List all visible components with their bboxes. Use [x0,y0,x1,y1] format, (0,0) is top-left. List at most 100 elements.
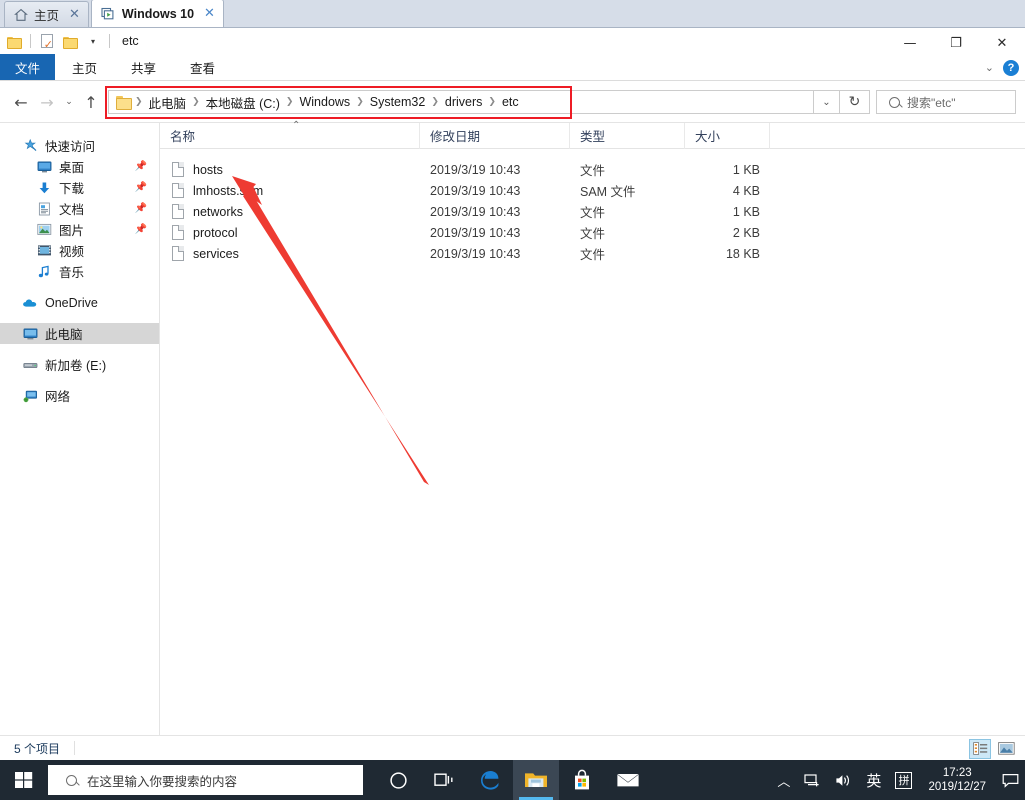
file-explorer-icon[interactable] [513,760,559,800]
pin-icon[interactable]: 📌 [135,203,147,214]
network-icon [22,388,38,404]
sidebar-item-label: 文档 [59,203,85,217]
pin-icon[interactable]: 📌 [135,161,147,172]
sidebar-item-videos[interactable]: 视频 [0,240,159,261]
action-center-icon[interactable] [995,760,1025,800]
refresh-icon[interactable]: ↻ [840,90,870,114]
tab-windows-10-close-icon[interactable]: ✕ [204,7,215,20]
show-hidden-icons-button[interactable]: ︿ [770,760,797,800]
sort-ascending-icon: ⌃ [292,119,301,131]
view-toggle-group [969,736,1017,761]
file-icon [172,162,184,177]
start-button[interactable] [0,760,48,800]
edge-browser-icon[interactable] [467,760,513,800]
breadcrumb-item-system32[interactable]: System32 [365,93,431,111]
column-header-type[interactable]: 类型 [570,122,685,149]
sidebar-group-quick-access[interactable]: 快速访问 [0,135,159,156]
column-header-date-label: 修改日期 [430,130,481,144]
ime-mode-indicator[interactable]: 英 [859,760,888,800]
chevron-down-icon[interactable]: ⌄ [985,61,994,74]
table-row[interactable]: services 2019/3/19 10:43 文件 18 KB [160,243,1025,264]
ribbon-tab-share[interactable]: 共享 [114,54,173,80]
folder-icon[interactable] [5,32,23,50]
sidebar-item-network[interactable]: 网络 [0,385,159,406]
table-row[interactable]: networks 2019/3/19 10:43 文件 1 KB [160,201,1025,222]
breadcrumb-item-drivers[interactable]: drivers [440,93,488,111]
customize-qat-caret-icon[interactable]: ▾ [84,32,102,50]
back-button[interactable]: ← [8,89,34,115]
sidebar-item-onedrive[interactable]: OneDrive [0,292,159,313]
microsoft-store-icon[interactable] [559,760,605,800]
address-bar[interactable]: ❯ 此电脑 ❯ 本地磁盘 (C:) ❯ Windows ❯ System32 ❯… [108,90,870,114]
tab-windows-10-label: Windows 10 [121,6,195,21]
sidebar-item-downloads[interactable]: 下载 📌 [0,177,159,198]
column-headers: 名称 ⌃ 修改日期 类型 大小 [160,119,1025,149]
network-tray-icon[interactable] [797,760,828,800]
tab-home[interactable]: 主页 ✕ [4,1,89,27]
breadcrumb[interactable]: ❯ 此电脑 ❯ 本地磁盘 (C:) ❯ Windows ❯ System32 ❯… [108,90,814,114]
taskbar-search-input[interactable]: 在这里输入你要搜索的内容 [48,765,363,795]
pictures-icon [36,222,52,238]
virtual-machine-icon [101,7,116,21]
status-divider [74,741,76,755]
new-folder-icon[interactable] [61,32,79,50]
pin-icon[interactable]: 📌 [135,182,147,193]
ime-pinyin-indicator[interactable]: 拼 [888,760,919,800]
column-header-date[interactable]: 修改日期 [420,122,570,149]
file-type-cell: 文件 [580,206,606,220]
large-icons-view-button[interactable] [995,739,1017,759]
address-dropdown-icon[interactable]: ⌄ [814,90,840,114]
ribbon-tab-file[interactable]: 文件 [0,54,56,80]
table-row[interactable]: lmhosts.sam 2019/3/19 10:43 SAM 文件 4 KB [160,180,1025,201]
sidebar-item-label: 桌面 [59,161,85,175]
up-button[interactable]: ↑ [78,89,104,115]
sidebar-item-new-volume-e[interactable]: 新加卷 (E:) [0,354,159,375]
file-size-cell: 18 KB [725,246,760,261]
sidebar-item-pictures[interactable]: 图片 📌 [0,219,159,240]
breadcrumb-item-this-pc[interactable]: 此电脑 [144,91,192,114]
breadcrumb-item-local-disk[interactable]: 本地磁盘 (C:) [201,91,285,114]
column-header-type-label: 类型 [580,130,606,144]
breadcrumb-item-windows[interactable]: Windows [294,93,355,111]
file-name-cell: hosts [160,162,420,177]
breadcrumb-item-etc[interactable]: etc [497,93,524,111]
file-icon [172,225,184,240]
help-icon[interactable]: ? [1003,59,1019,76]
sidebar-item-desktop[interactable]: 桌面 📌 [0,156,159,177]
table-row[interactable]: hosts 2019/3/19 10:43 文件 1 KB [160,159,1025,180]
volume-icon[interactable] [828,760,859,800]
sidebar-item-music[interactable]: 音乐 [0,261,159,282]
cortana-icon[interactable] [375,760,421,800]
search-icon [889,96,900,108]
details-view-button[interactable] [969,738,991,759]
mail-icon[interactable] [605,760,651,800]
column-header-name[interactable]: 名称 ⌃ [160,119,420,149]
music-icon [36,264,52,280]
forward-button[interactable]: → [34,89,60,115]
breadcrumb-separator: ❯ [135,97,143,107]
sidebar-item-documents[interactable]: 文档 📌 [0,198,159,219]
navigation-pane: 快速访问 桌面 📌 下载 📌 文档 📌 图片 📌 视频 音乐 OneDrive … [0,123,160,736]
file-name: networks [193,204,244,219]
search-input[interactable]: 搜索"etc" [876,90,1016,114]
pin-icon[interactable]: 📌 [135,224,147,235]
file-type-cell: 文件 [580,227,606,241]
sidebar-item-this-pc[interactable]: 此电脑 [0,323,159,344]
properties-icon[interactable] [38,32,56,50]
item-count-label: 5 个项目 [14,741,61,756]
tab-home-close-icon[interactable]: ✕ [69,8,80,21]
tab-windows-10[interactable]: Windows 10 ✕ [90,0,224,27]
clock[interactable]: 17:23 2019/12/27 [919,766,995,794]
file-name-cell: lmhosts.sam [160,183,420,198]
ribbon-tab-view[interactable]: 查看 [173,54,232,80]
sidebar-item-label: OneDrive [45,295,98,310]
file-size-cell: 1 KB [732,204,760,219]
sidebar-item-label: 音乐 [59,266,85,280]
table-row[interactable]: protocol 2019/3/19 10:43 文件 2 KB [160,222,1025,243]
ribbon-tab-home[interactable]: 主页 [55,54,114,80]
column-header-size[interactable]: 大小 [685,122,770,149]
recent-locations-button[interactable]: ⌄ [60,89,78,115]
task-view-icon[interactable] [421,760,467,800]
file-name: protocol [193,225,238,240]
